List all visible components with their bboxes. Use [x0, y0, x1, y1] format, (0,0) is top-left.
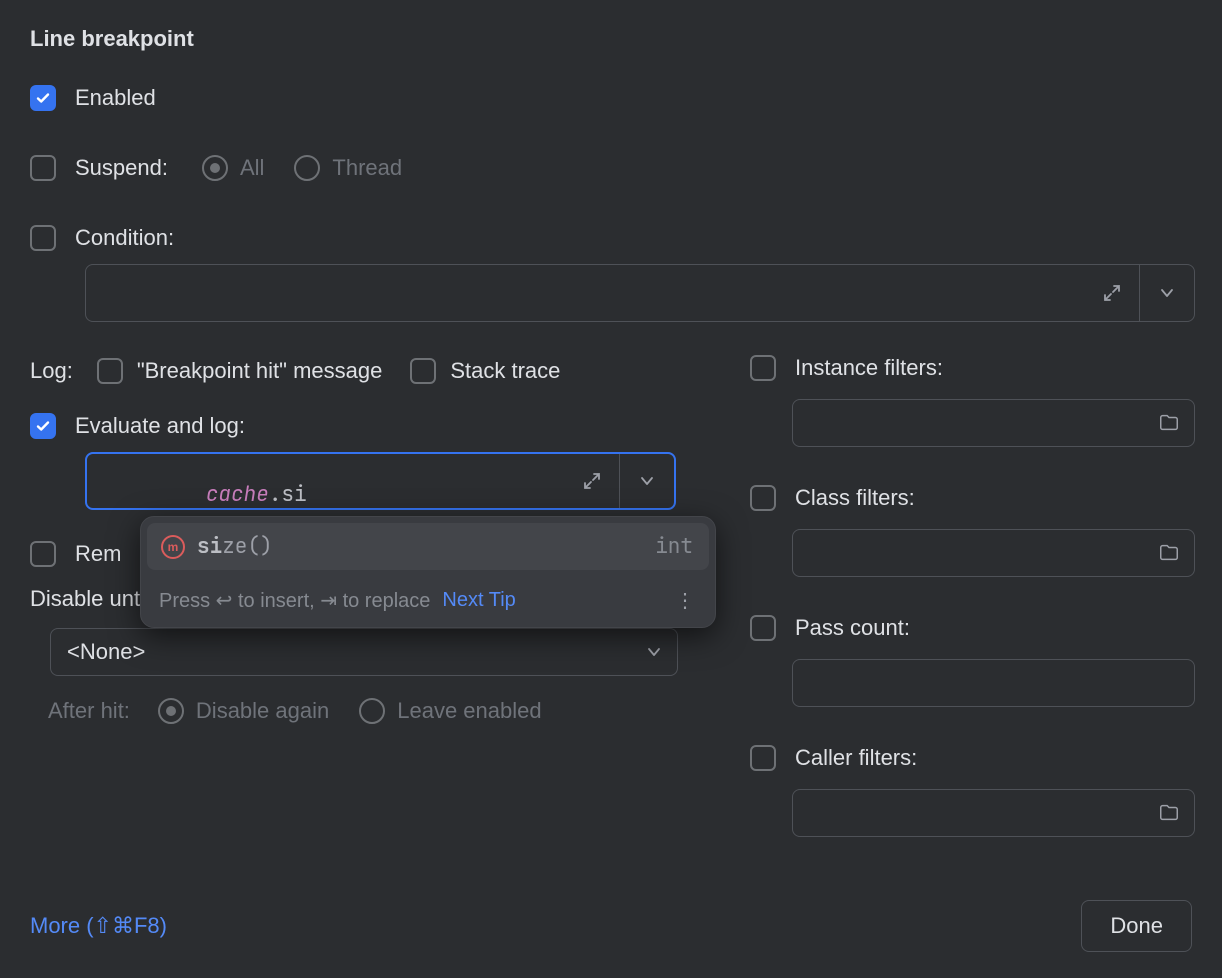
- after-leave-label: Leave enabled: [397, 698, 541, 724]
- caller-filters-label: Caller filters:: [795, 745, 917, 771]
- pass-count-label: Pass count:: [795, 615, 910, 641]
- folder-icon: [1158, 542, 1180, 564]
- disable-until-select[interactable]: <None>: [50, 628, 678, 676]
- log-bp-hit-checkbox[interactable]: [97, 358, 123, 384]
- done-button[interactable]: Done: [1081, 900, 1192, 952]
- autocomplete-item[interactable]: m size() int: [147, 523, 709, 570]
- expand-icon[interactable]: [565, 471, 619, 491]
- pass-count-checkbox[interactable]: [750, 615, 776, 641]
- folder-icon: [1158, 412, 1180, 434]
- condition-checkbox[interactable]: [30, 225, 56, 251]
- next-tip-link[interactable]: Next Tip: [442, 589, 515, 612]
- enabled-label: Enabled: [75, 85, 156, 111]
- pass-count-input[interactable]: [792, 659, 1195, 707]
- log-stack-label: Stack trace: [450, 358, 560, 384]
- remove-once-hit-checkbox[interactable]: [30, 541, 56, 567]
- more-options-icon[interactable]: ⋮: [675, 588, 697, 613]
- expand-icon[interactable]: [1085, 283, 1139, 303]
- log-bp-hit-label: "Breakpoint hit" message: [137, 358, 383, 384]
- dialog-title: Line breakpoint: [30, 26, 1192, 52]
- instance-filters-checkbox[interactable]: [750, 355, 776, 381]
- after-hit-label: After hit:: [48, 698, 130, 724]
- suspend-label: Suspend:: [75, 155, 168, 181]
- autocomplete-parens: (): [247, 533, 272, 560]
- autocomplete-type: int: [655, 533, 693, 560]
- class-filters-label: Class filters:: [795, 485, 915, 511]
- method-icon: m: [161, 535, 185, 559]
- after-leave-radio[interactable]: [359, 698, 385, 724]
- evaluate-checkbox[interactable]: [30, 413, 56, 439]
- autocomplete-hint: Press ↩ to insert, ⇥ to replace: [159, 588, 430, 613]
- class-filters-checkbox[interactable]: [750, 485, 776, 511]
- autocomplete-rest: ze: [222, 533, 247, 560]
- after-disable-radio[interactable]: [158, 698, 184, 724]
- more-link[interactable]: More (⇧⌘F8): [30, 913, 167, 939]
- suspend-all-label: All: [240, 155, 264, 181]
- code-token-method: si: [281, 481, 306, 508]
- caller-filters-input[interactable]: [792, 789, 1195, 837]
- after-disable-label: Disable again: [196, 698, 329, 724]
- evaluate-input[interactable]: cache.si: [85, 452, 676, 510]
- remove-once-hit-label: Rem: [75, 541, 121, 567]
- instance-filters-label: Instance filters:: [795, 355, 943, 381]
- suspend-checkbox[interactable]: [30, 155, 56, 181]
- log-stack-checkbox[interactable]: [410, 358, 436, 384]
- suspend-thread-radio[interactable]: [294, 155, 320, 181]
- condition-input[interactable]: [85, 264, 1195, 322]
- enabled-checkbox[interactable]: [30, 85, 56, 111]
- history-chevron-icon[interactable]: [620, 454, 674, 508]
- chevron-down-icon: [647, 645, 661, 659]
- code-token-dot: .: [269, 481, 282, 508]
- autocomplete-popup: m size() int Press ↩ to insert, ⇥ to rep…: [140, 516, 716, 628]
- evaluate-label: Evaluate and log:: [75, 413, 245, 439]
- class-filters-input[interactable]: [792, 529, 1195, 577]
- suspend-thread-label: Thread: [332, 155, 402, 181]
- history-chevron-icon[interactable]: [1140, 265, 1194, 321]
- disable-until-value: <None>: [67, 639, 145, 665]
- autocomplete-match: si: [197, 533, 222, 560]
- suspend-all-radio[interactable]: [202, 155, 228, 181]
- folder-icon: [1158, 802, 1180, 824]
- log-label: Log:: [30, 358, 73, 384]
- caller-filters-checkbox[interactable]: [750, 745, 776, 771]
- instance-filters-input[interactable]: [792, 399, 1195, 447]
- code-token-variable: cache: [206, 481, 269, 508]
- condition-label: Condition:: [75, 225, 174, 251]
